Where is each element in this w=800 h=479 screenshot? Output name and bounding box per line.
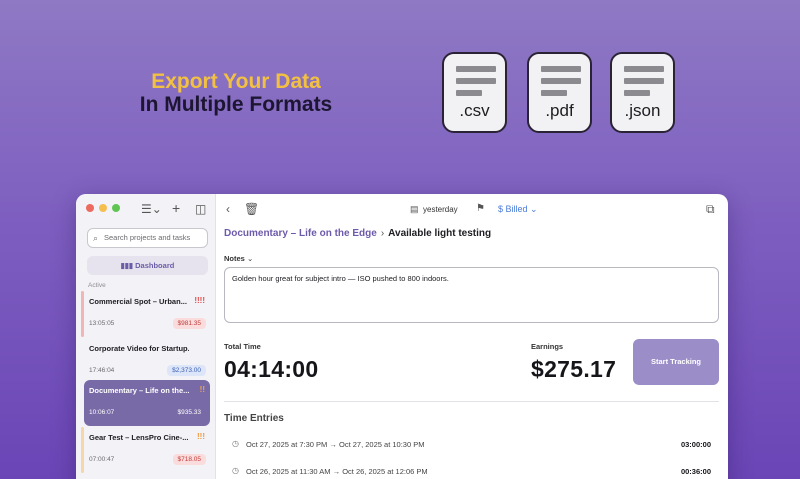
amount-badge: $935.33 (177, 409, 202, 416)
priority-flag: !!! (197, 432, 205, 441)
notes-label: Notes (224, 254, 245, 263)
project-item-selected[interactable]: Documentary – Life on the... !! 10:06:07… (84, 380, 210, 426)
search-input[interactable]: ⌕ Search projects and tasks (87, 228, 208, 248)
detail-pane: ‹ 🗑 ▤ yesterday ⚑ $ Billed ⌄ ⧉ Documenta… (217, 194, 728, 479)
back-icon[interactable]: ‹ (226, 202, 230, 216)
chevron-down-icon: ⌄ (246, 254, 254, 263)
entry-end: Oct 27, 2025 at 10:30 PM (339, 440, 425, 449)
amount-badge: $718.05 (172, 454, 206, 465)
divider (224, 401, 719, 402)
date-label[interactable]: yesterday (423, 203, 458, 217)
project-item[interactable]: Commercial Spot – Urban... !!!! 13:05:05… (81, 291, 210, 337)
section-label: Active (88, 282, 106, 289)
project-time: 13:05:05 (89, 320, 115, 327)
hero-line-2: In Multiple Formats (139, 93, 333, 116)
project-name: Corporate Video for Startup... (89, 344, 189, 353)
time-entries-title: Time Entries (224, 413, 284, 424)
project-name: Gear Test – LensPro Cine-... (89, 433, 189, 442)
amount-badge: $981.35 (172, 318, 206, 329)
breadcrumb-project[interactable]: Documentary – Life on the Edge (224, 228, 377, 239)
format-label: .json (624, 101, 661, 120)
breadcrumb: Documentary – Life on the Edge › Available… (224, 228, 491, 239)
earnings-label: Earnings (531, 342, 564, 351)
sidebar: ☰⌄ + ◫ ⌕ Search projects and tasks ▮▮▮ D… (76, 194, 216, 479)
format-label: .pdf (545, 101, 574, 120)
clock-icon: ◷ (232, 466, 239, 475)
json-file-icon: .json (610, 52, 675, 133)
project-item[interactable]: Gear Test – LensPro Cine-... !!! 07:00:4… (81, 427, 210, 473)
entry-end: Oct 26, 2025 at 12:06 PM (342, 467, 428, 476)
flag-icon[interactable]: ⚑ (476, 202, 485, 216)
billed-dropdown[interactable]: $ Billed ⌄ (498, 202, 538, 216)
notes-toggle[interactable]: Notes ⌄ (224, 254, 253, 263)
entry-start: Oct 27, 2025 at 7:30 PM (246, 440, 328, 449)
entry-duration: 03:00:00 (680, 440, 711, 449)
hero-line-1: Export Your Data (151, 70, 321, 93)
filter-menu-icon[interactable]: ☰⌄ (141, 202, 162, 216)
window-controls (86, 204, 120, 212)
trash-icon[interactable]: 🗑 (244, 202, 259, 216)
clock-icon: ◷ (232, 439, 239, 448)
project-name: Documentary – Life on the... (89, 386, 189, 395)
hero-title: Export Your Data In Multiple Formats (100, 70, 372, 116)
pdf-file-icon: .pdf (527, 52, 592, 133)
minimize-button[interactable] (99, 204, 107, 212)
breadcrumb-task: Available light testing (388, 228, 492, 239)
priority-flag: !! (199, 385, 205, 394)
priority-flag: !!!! (194, 296, 205, 305)
arrow-icon: → (329, 440, 337, 449)
project-name: Commercial Spot – Urban... (89, 297, 187, 306)
windows-icon[interactable]: ⧉ (706, 202, 715, 216)
time-entry-row[interactable]: ◷ Oct 26, 2025 at 11:30 AM → Oct 26, 202… (224, 466, 719, 479)
project-time: 17:46:04 (89, 367, 115, 374)
zoom-button[interactable] (112, 204, 120, 212)
arrow-icon: → (332, 467, 341, 476)
chart-icon: ▮▮▮ (120, 261, 136, 270)
amount-badge: $2,373.00 (167, 365, 206, 376)
search-placeholder: Search projects and tasks (104, 233, 191, 242)
total-time-label: Total Time (224, 342, 261, 351)
format-label: .csv (459, 101, 490, 120)
csv-file-icon: .csv (442, 52, 507, 133)
sidebar-toggle-icon[interactable]: ◫ (195, 202, 206, 216)
chevron-right-icon: › (380, 228, 385, 239)
dashboard-button[interactable]: ▮▮▮ Dashboard (87, 256, 208, 275)
project-item[interactable]: Corporate Video for Startup... 17:46:04 … (84, 338, 210, 384)
time-entry-row[interactable]: ◷ Oct 27, 2025 at 7:30 PM → Oct 27, 2025… (224, 439, 719, 453)
entry-duration: 00:36:00 (680, 467, 711, 476)
earnings-value: $275.17 (531, 356, 617, 382)
project-time: 07:00:47 (89, 456, 115, 463)
start-tracking-button[interactable]: Start Tracking (633, 339, 719, 385)
calendar-icon[interactable]: ▤ (410, 202, 419, 216)
add-icon[interactable]: + (172, 201, 180, 215)
total-time-value: 04:14:00 (224, 356, 319, 382)
search-icon: ⌕ (93, 233, 99, 243)
dashboard-label: Dashboard (135, 261, 175, 270)
billed-label: Billed (505, 204, 528, 214)
project-time: 10:06:07 (89, 409, 115, 416)
notes-field[interactable]: Golden hour great for subject intro — IS… (224, 267, 719, 323)
entry-start: Oct 26, 2025 at 11:30 AM (246, 467, 331, 476)
close-button[interactable] (86, 204, 94, 212)
app-window: ☰⌄ + ◫ ⌕ Search projects and tasks ▮▮▮ D… (76, 194, 728, 479)
